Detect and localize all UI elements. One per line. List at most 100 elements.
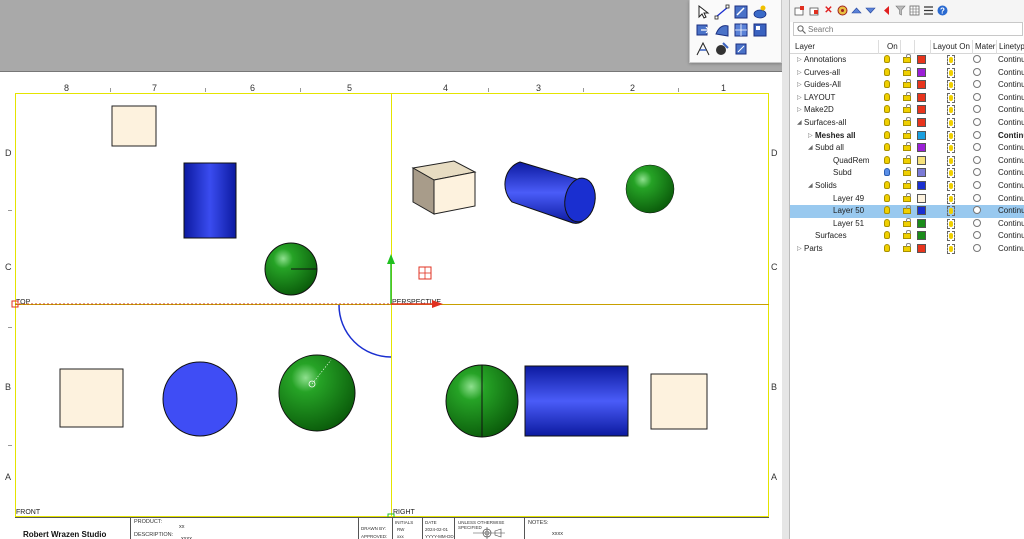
visibility-bulb-icon[interactable] xyxy=(884,55,890,63)
layout-page[interactable]: 8 7 6 5 4 3 2 1 D C B A D C B A TOP PERS… xyxy=(0,71,782,539)
visibility-bulb-icon[interactable] xyxy=(884,193,890,202)
lock-icon[interactable] xyxy=(903,104,911,114)
expanded-arrow-icon[interactable]: ◢ xyxy=(797,119,802,126)
layout-visibility-icon[interactable] xyxy=(947,181,955,191)
linetype-value[interactable]: Continu xyxy=(998,80,1024,89)
visibility-bulb-icon[interactable] xyxy=(884,105,890,114)
layer-name[interactable]: Surfaces xyxy=(815,231,847,240)
move-down-icon[interactable] xyxy=(865,5,876,16)
layer-name[interactable]: Layer 49 xyxy=(833,194,864,203)
wire-icon[interactable] xyxy=(695,41,711,57)
lock-icon[interactable] xyxy=(903,205,911,215)
layer-color-swatch[interactable] xyxy=(917,231,926,241)
layer-color-swatch[interactable] xyxy=(917,218,926,228)
visibility-bulb-icon[interactable] xyxy=(884,118,890,126)
layer-color-swatch[interactable] xyxy=(917,244,926,253)
layer-name[interactable]: Guides-All xyxy=(804,80,841,89)
lock-icon[interactable] xyxy=(903,79,911,89)
layer-color-swatch[interactable] xyxy=(917,193,926,203)
collapse-icon[interactable] xyxy=(881,5,892,16)
mesh-icon[interactable] xyxy=(733,22,749,38)
layer-row[interactable]: Layer 49 Continu xyxy=(790,192,1024,206)
lock-icon[interactable] xyxy=(903,66,911,76)
material-radio[interactable] xyxy=(973,206,981,215)
linetype-value[interactable]: Continu xyxy=(998,219,1024,228)
linetype-value[interactable]: Continu xyxy=(998,168,1024,177)
move-up-icon[interactable] xyxy=(851,5,862,16)
layout-visibility-icon[interactable] xyxy=(947,168,955,179)
lock-icon[interactable] xyxy=(903,54,911,63)
layer-name[interactable]: Make2D xyxy=(804,105,834,114)
linetype-value[interactable]: Continu xyxy=(998,68,1024,77)
layer-row[interactable]: ▷ Curves-all Continu xyxy=(790,66,1024,80)
layout-icon[interactable] xyxy=(752,22,768,38)
collapsed-arrow-icon[interactable]: ▷ xyxy=(797,106,802,113)
collapsed-arrow-icon[interactable]: ▷ xyxy=(797,69,802,76)
lock-icon[interactable] xyxy=(903,243,911,252)
column-layout-on[interactable]: Layout On xyxy=(933,42,970,51)
collapsed-arrow-icon[interactable]: ▷ xyxy=(808,132,813,139)
collapsed-arrow-icon[interactable]: ▷ xyxy=(797,81,802,88)
layout-visibility-icon[interactable] xyxy=(947,231,955,242)
layer-name[interactable]: LAYOUT xyxy=(804,93,835,102)
layer-row[interactable]: Layer 51 Continu xyxy=(790,217,1024,231)
collapsed-arrow-icon[interactable]: ▷ xyxy=(797,56,802,63)
layout-visibility-icon[interactable] xyxy=(947,80,955,91)
help-icon[interactable]: ? xyxy=(937,5,948,16)
lock-icon[interactable] xyxy=(903,192,911,202)
layer-color-swatch[interactable] xyxy=(917,67,926,77)
layout-visibility-icon[interactable] xyxy=(947,206,955,217)
column-layer[interactable]: Layer xyxy=(795,42,815,51)
lock-icon[interactable] xyxy=(903,154,911,164)
list-icon[interactable] xyxy=(923,5,934,16)
material-radio[interactable] xyxy=(973,168,981,177)
layout-visibility-icon[interactable] xyxy=(947,92,955,103)
layout-visibility-icon[interactable] xyxy=(947,218,955,229)
material-radio[interactable] xyxy=(973,118,981,126)
layer-row[interactable]: ◢ Surfaces-all Continu xyxy=(790,117,1024,130)
visibility-bulb-icon[interactable] xyxy=(884,67,890,76)
linetype-value[interactable]: Continu xyxy=(998,156,1024,165)
layer-name[interactable]: Annotations xyxy=(804,55,846,64)
select-icon[interactable] xyxy=(695,4,711,20)
linetype-value[interactable]: Continu xyxy=(998,143,1024,152)
material-radio[interactable] xyxy=(973,92,981,101)
visibility-bulb-icon[interactable] xyxy=(884,231,890,240)
viewport-geometry[interactable] xyxy=(0,72,782,539)
linetype-value[interactable]: Continu xyxy=(998,231,1024,240)
material-radio[interactable] xyxy=(973,143,981,152)
linetype-value[interactable]: Continu xyxy=(998,55,1024,64)
layer-color-swatch[interactable] xyxy=(917,206,926,216)
column-linetype[interactable]: Linetyp xyxy=(999,42,1024,51)
collapsed-arrow-icon[interactable]: ▷ xyxy=(797,94,802,101)
layer-name[interactable]: Parts xyxy=(804,244,823,253)
lock-icon[interactable] xyxy=(903,129,911,139)
dimension-icon[interactable] xyxy=(733,41,749,57)
panel-splitter[interactable] xyxy=(782,0,789,539)
layer-row[interactable]: ▷Meshes all Continu xyxy=(790,129,1024,143)
funnel-icon[interactable] xyxy=(895,5,906,16)
layer-color-swatch[interactable] xyxy=(917,181,926,190)
new-sublayer-icon[interactable] xyxy=(809,5,820,16)
layer-color-swatch[interactable] xyxy=(917,118,926,127)
layer-row[interactable]: Subd Continu xyxy=(790,167,1024,180)
visibility-bulb-icon[interactable] xyxy=(884,206,890,215)
material-radio[interactable] xyxy=(973,218,981,227)
layer-name[interactable]: Surfaces-all xyxy=(804,118,846,127)
delete-icon[interactable]: ✕ xyxy=(823,5,834,16)
linetype-value[interactable]: Continu xyxy=(998,181,1024,190)
lock-icon[interactable] xyxy=(903,217,911,227)
layer-color-swatch[interactable] xyxy=(917,80,926,90)
material-radio[interactable] xyxy=(973,231,981,240)
layer-color-swatch[interactable] xyxy=(917,92,926,102)
material-radio[interactable] xyxy=(973,155,981,164)
search-input[interactable] xyxy=(808,24,1018,35)
layer-color-swatch[interactable] xyxy=(917,105,926,115)
render-icon[interactable] xyxy=(752,4,768,20)
layer-row[interactable]: ◢ Solids Continu xyxy=(790,180,1024,193)
layer-row[interactable]: Surfaces Continu xyxy=(790,230,1024,243)
visibility-bulb-icon[interactable] xyxy=(884,143,890,152)
layer-name[interactable]: Layer 51 xyxy=(833,219,864,228)
linetype-value[interactable]: Continu xyxy=(998,105,1024,114)
visibility-bulb-icon[interactable] xyxy=(884,181,890,189)
